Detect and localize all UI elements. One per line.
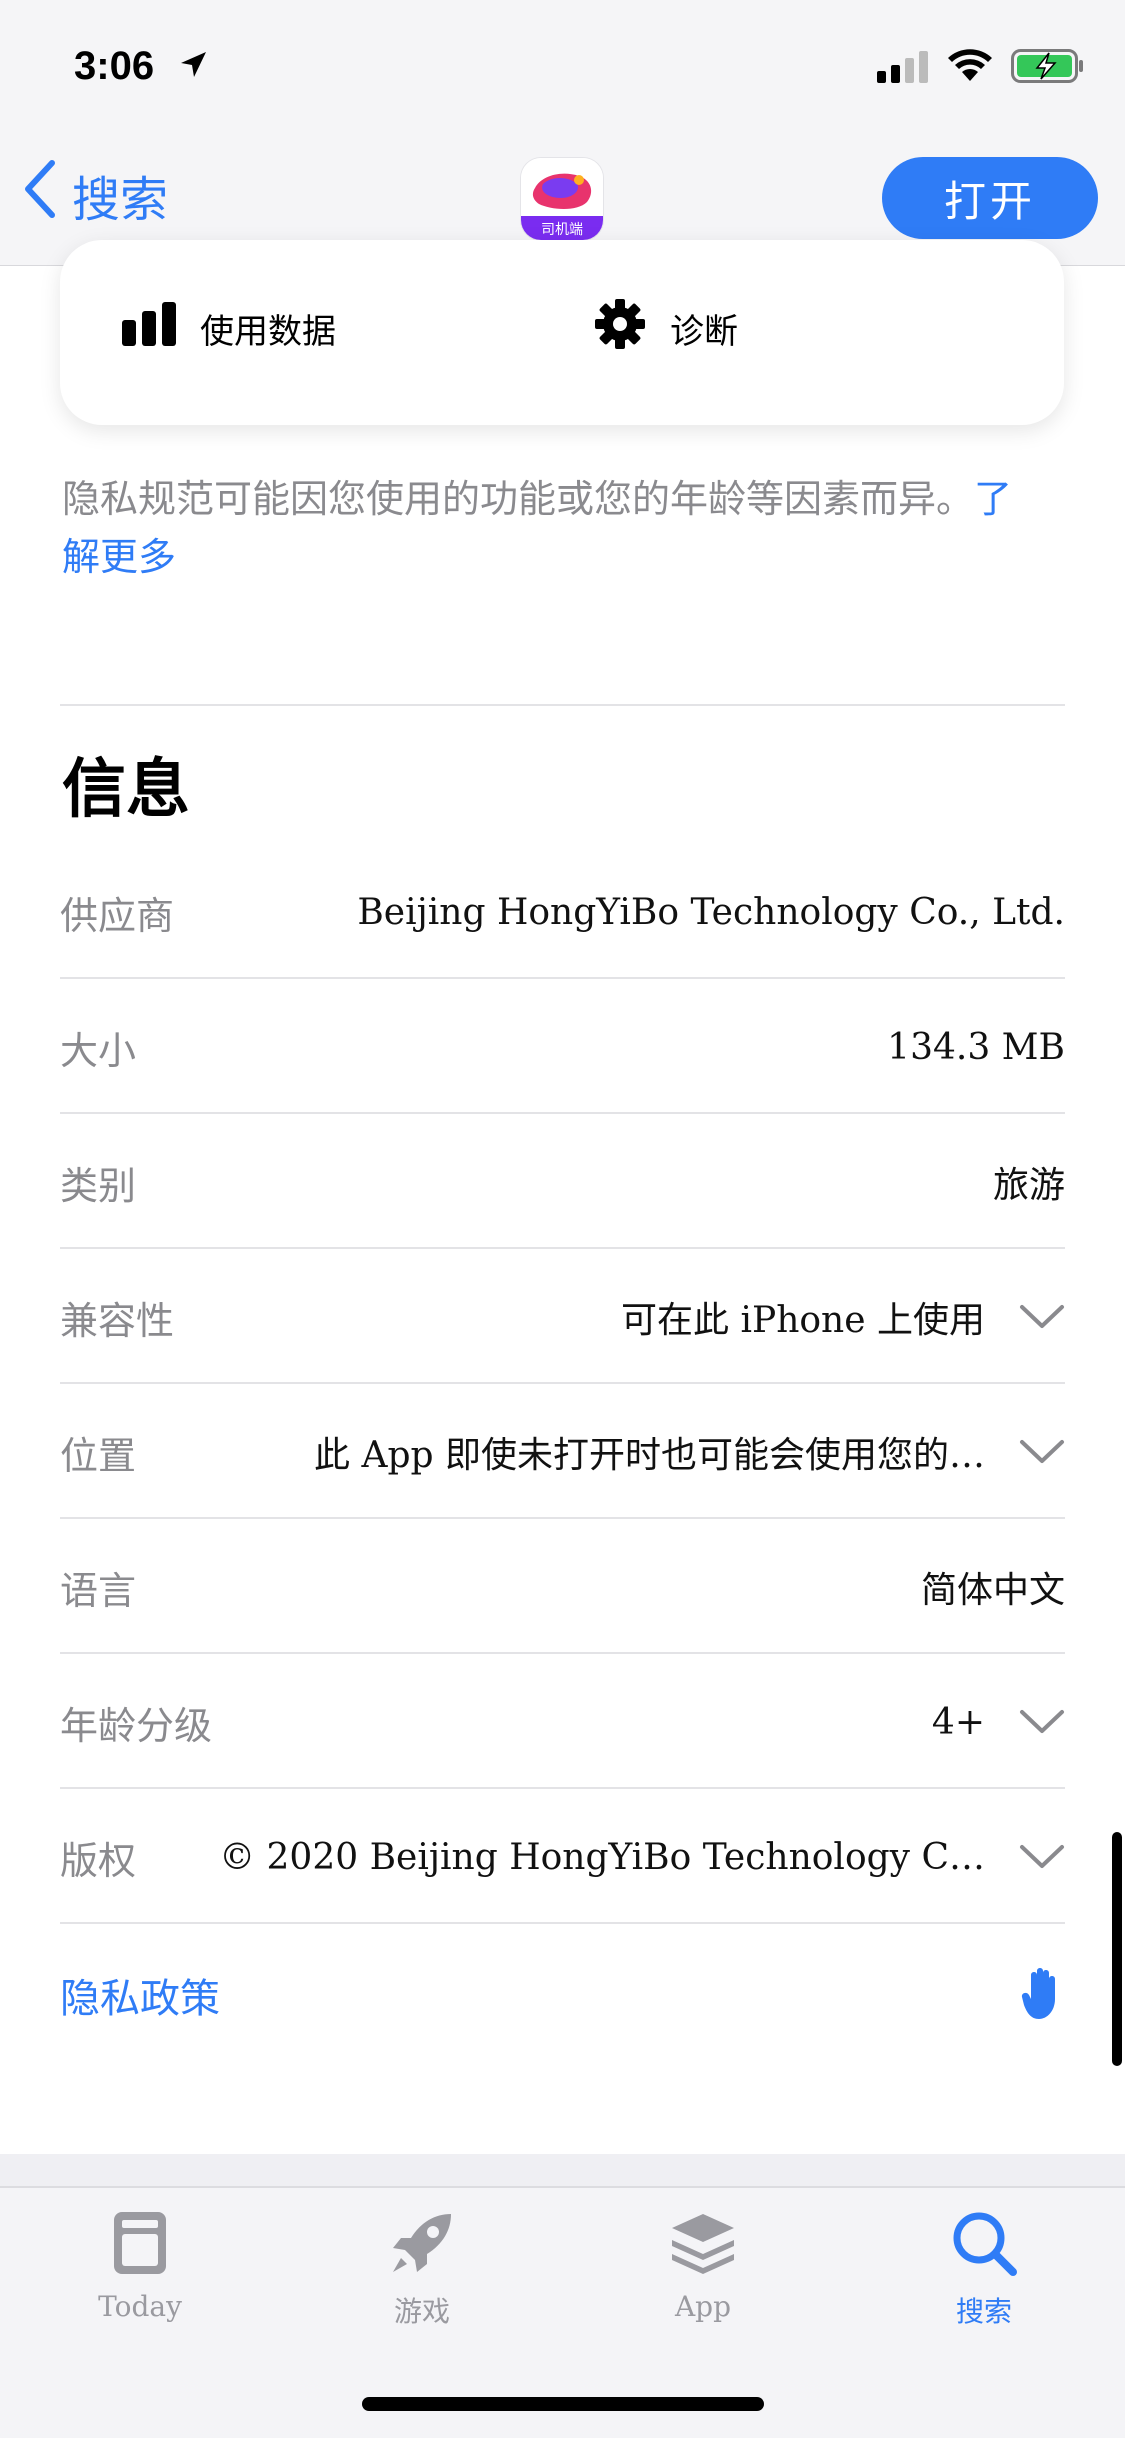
info-row-language: 语言 简体中文 <box>60 1520 1065 1654</box>
row-divider <box>60 1652 1065 1654</box>
privacy-item-label: 使用数据 <box>200 312 336 352</box>
info-row-label: 大小 <box>60 1028 137 1073</box>
section-divider <box>60 704 1065 706</box>
row-divider <box>60 977 1065 979</box>
tab-label: 搜索 <box>955 2295 1012 2328</box>
chevron-down-icon[interactable] <box>1019 1844 1065 1870</box>
info-row-value: 4+ <box>931 1701 985 1743</box>
bar-chart-icon <box>122 302 176 355</box>
info-row-value: 134.3 MB <box>887 1026 1065 1068</box>
info-row-value: 简体中文 <box>920 1570 1065 1611</box>
scrollbar[interactable] <box>1112 1832 1122 2066</box>
privacy-note: 隐私规范可能因您使用的功能或您的年龄等因素而异。了解更多 <box>62 470 1042 586</box>
tab-search[interactable]: 搜索 <box>884 2208 1084 2330</box>
row-divider <box>60 1922 1065 1924</box>
tab-games[interactable]: 游戏 <box>322 2208 522 2330</box>
row-divider <box>60 1382 1065 1384</box>
info-row-category: 类别 旅游 <box>60 1115 1065 1249</box>
info-section-title: 信息 <box>62 752 190 827</box>
rocket-icon <box>387 2208 457 2282</box>
privacy-item-diagnostics: 诊断 <box>594 298 738 359</box>
info-row-compatibility[interactable]: 兼容性 可在此 iPhone 上使用 <box>60 1250 1065 1384</box>
row-divider <box>60 1247 1065 1249</box>
info-row-label: 年龄分级 <box>60 1703 213 1748</box>
hand-icon <box>1021 1965 1065 2025</box>
info-row-label: 供应商 <box>60 893 175 938</box>
tab-label: App <box>674 2290 732 2323</box>
info-row-label: 语言 <box>60 1568 137 1613</box>
info-row-value: 可在此 iPhone 上使用 <box>621 1300 985 1341</box>
info-row-value: 旅游 <box>992 1165 1065 1206</box>
info-row-value: Beijing HongYiBo Technology Co., Ltd. <box>357 891 1065 933</box>
info-row-value: © 2020 Beijing HongYiBo Technology C… <box>219 1836 985 1878</box>
info-row-label: 位置 <box>60 1433 137 1478</box>
privacy-note-text: 隐私规范可能因您使用的功能或您的年龄等因素而异。 <box>62 477 975 521</box>
chevron-down-icon[interactable] <box>1019 1439 1065 1465</box>
app-stack-icon <box>668 2208 738 2282</box>
row-divider <box>60 1787 1065 1789</box>
tab-apps[interactable]: App <box>603 2208 803 2323</box>
tab-label: 游戏 <box>393 2295 450 2328</box>
privacy-item-usage-data: 使用数据 <box>122 302 336 355</box>
navigation-bar-overlay <box>0 0 1125 265</box>
gear-icon <box>594 298 646 359</box>
row-divider <box>60 1517 1065 1519</box>
search-icon <box>949 2208 1019 2282</box>
tab-label: Today <box>98 2290 182 2323</box>
tab-today[interactable]: Today <box>40 2208 240 2323</box>
chevron-down-icon[interactable] <box>1019 1709 1065 1735</box>
privacy-policy-row[interactable]: 隐私政策 <box>60 1928 1065 2062</box>
info-row-label: 兼容性 <box>60 1298 175 1343</box>
info-row-age-rating[interactable]: 年龄分级 4+ <box>60 1655 1065 1789</box>
info-row-location[interactable]: 位置 此 App 即使未打开时也可能会使用您的… <box>60 1385 1065 1519</box>
info-row-copyright[interactable]: 版权 © 2020 Beijing HongYiBo Technology C… <box>60 1790 1065 1924</box>
privacy-policy-link[interactable]: 隐私政策 <box>60 1966 220 2024</box>
info-row-label: 类别 <box>60 1163 137 1208</box>
info-row-size: 大小 134.3 MB <box>60 980 1065 1114</box>
privacy-card: 使用数据 诊断 <box>60 240 1064 425</box>
home-indicator <box>362 2397 764 2411</box>
privacy-item-label: 诊断 <box>670 312 738 352</box>
info-row-value: 此 App 即使未打开时也可能会使用您的… <box>314 1435 985 1476</box>
chevron-down-icon[interactable] <box>1019 1304 1065 1330</box>
today-icon <box>110 2208 170 2282</box>
info-row-label: 版权 <box>60 1838 137 1883</box>
row-divider <box>60 1112 1065 1114</box>
info-row-seller: 供应商 Beijing HongYiBo Technology Co., Ltd… <box>60 845 1065 979</box>
